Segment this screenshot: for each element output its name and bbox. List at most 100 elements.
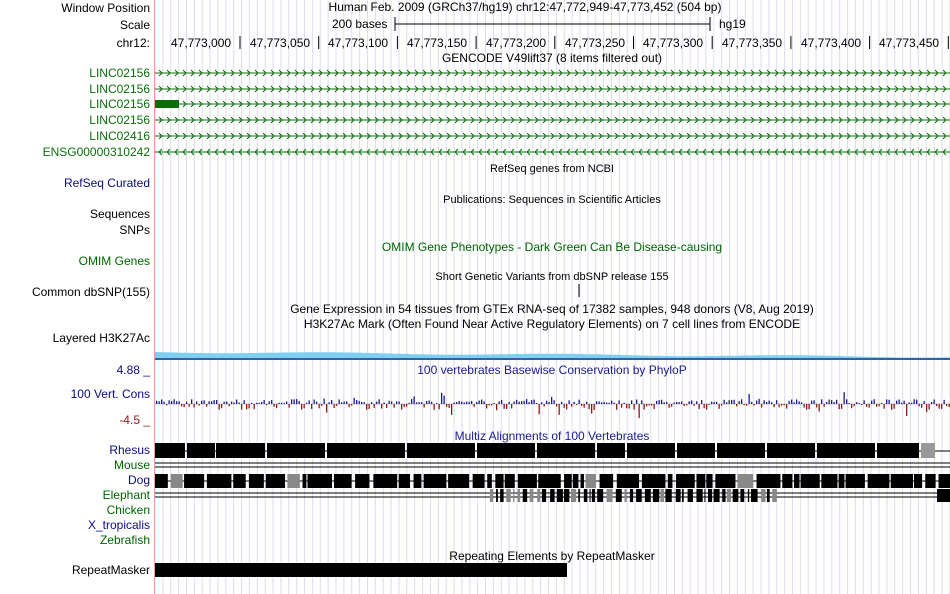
species-label-zebrafish[interactable]: Zebrafish bbox=[100, 533, 150, 547]
elephant-block bbox=[589, 489, 591, 502]
species-label-x-tropicalis[interactable]: X_tropicalis bbox=[88, 518, 150, 532]
phylop-bar bbox=[248, 404, 250, 409]
phylop-bar bbox=[833, 401, 835, 404]
phylop-bar bbox=[888, 399, 890, 404]
dog-block bbox=[580, 474, 584, 488]
gene-label-5[interactable]: LINC02416 bbox=[89, 129, 150, 143]
elephant-block bbox=[732, 489, 739, 502]
gene-item-3[interactable] bbox=[155, 97, 950, 111]
gene-label-1[interactable]: LINC02156 bbox=[89, 66, 150, 80]
dog-block bbox=[248, 474, 264, 488]
gene-label-6[interactable]: ENSG00000310242 bbox=[43, 145, 150, 159]
rhesus-block bbox=[537, 443, 595, 458]
dog-block bbox=[838, 474, 845, 488]
phylop-bar bbox=[781, 404, 783, 406]
species-label-elephant[interactable]: Elephant bbox=[103, 488, 150, 502]
phylop-bar bbox=[228, 404, 230, 407]
dog-block bbox=[504, 474, 515, 488]
snps-label[interactable]: SNPs bbox=[119, 223, 150, 237]
repeatmasker-label[interactable]: RepeatMasker bbox=[72, 563, 150, 577]
phylop-bar bbox=[351, 404, 353, 406]
species-label-rhesus[interactable]: Rhesus bbox=[109, 443, 150, 457]
phylop-bar bbox=[291, 399, 293, 404]
phylop-bar bbox=[388, 400, 390, 404]
dog-block bbox=[641, 474, 666, 488]
dog-block bbox=[302, 474, 307, 488]
phylop-bar bbox=[426, 401, 428, 404]
gene-item-1[interactable] bbox=[155, 66, 950, 80]
ruler-tick-2: 47,773,050 bbox=[250, 36, 311, 50]
gene-item-5[interactable] bbox=[155, 129, 950, 143]
phylop-bar bbox=[686, 404, 688, 406]
elephant-block bbox=[522, 489, 528, 502]
phylop-bar bbox=[661, 399, 663, 404]
phylop-bar bbox=[756, 400, 758, 404]
omim-genes-label[interactable]: OMIM Genes bbox=[79, 254, 150, 268]
phylop-bar bbox=[926, 404, 928, 412]
dog-block bbox=[821, 474, 838, 488]
dog-block bbox=[782, 474, 793, 488]
dog-block bbox=[287, 474, 300, 488]
phylop-bar bbox=[706, 404, 708, 410]
elephant-block bbox=[636, 489, 642, 502]
phylop-bar bbox=[793, 402, 795, 404]
dog-block bbox=[572, 474, 579, 488]
gene-label-4[interactable]: LINC02156 bbox=[89, 113, 150, 127]
phylop-bar bbox=[766, 402, 768, 404]
phylop-bar bbox=[848, 402, 850, 404]
layered-h3k27ac-label[interactable]: Layered H3K27Ac bbox=[53, 331, 150, 345]
common-dbsnp-label[interactable]: Common dbSNP(155) bbox=[32, 285, 150, 299]
gene-item-4[interactable] bbox=[155, 113, 950, 127]
species-label-mouse[interactable]: Mouse bbox=[114, 458, 150, 472]
phylop-bar bbox=[343, 401, 345, 404]
elephant-block bbox=[537, 489, 541, 502]
phylop-bar bbox=[386, 404, 388, 409]
phylop-bar bbox=[696, 401, 698, 404]
phylop-bar bbox=[216, 399, 218, 404]
phylop-bar bbox=[636, 399, 638, 404]
gene-item-6[interactable] bbox=[155, 145, 950, 159]
phylop-bar bbox=[701, 400, 703, 404]
phylop-bar bbox=[828, 399, 830, 404]
phylop-bar bbox=[873, 399, 875, 404]
gene-label-3[interactable]: LINC02156 bbox=[89, 97, 150, 111]
phylop-bar bbox=[791, 399, 793, 404]
elephant-block bbox=[506, 489, 511, 502]
phylop-bar bbox=[268, 401, 270, 404]
sequences-label[interactable]: Sequences bbox=[90, 207, 150, 221]
phylop-bar bbox=[318, 404, 320, 409]
phylop-bar bbox=[496, 404, 498, 411]
species-label-dog[interactable]: Dog bbox=[128, 473, 150, 487]
phylop-bar bbox=[328, 402, 330, 404]
phylop-bar bbox=[466, 401, 468, 404]
phylop-bar bbox=[923, 401, 925, 404]
phylop-bar bbox=[443, 395, 445, 404]
phylop-bar bbox=[936, 404, 938, 407]
dog-block bbox=[585, 474, 596, 488]
phylop-track-label[interactable]: 100 Vert. Cons bbox=[71, 387, 150, 401]
repeat-element bbox=[155, 563, 567, 577]
phylop-bar bbox=[408, 402, 410, 404]
phylop-bar bbox=[668, 404, 670, 408]
rhesus-block bbox=[216, 443, 265, 458]
phylop-bar bbox=[521, 401, 523, 404]
species-label-chicken[interactable]: Chicken bbox=[107, 503, 150, 517]
phylop-bar bbox=[543, 404, 545, 407]
gene-item-2[interactable] bbox=[155, 82, 950, 96]
phylop-bar bbox=[578, 399, 580, 404]
refseq-curated-label[interactable]: RefSeq Curated bbox=[64, 176, 150, 190]
phylop-bar bbox=[251, 402, 253, 404]
phylop-bar bbox=[276, 404, 278, 409]
phylop-bar bbox=[716, 401, 718, 404]
dog-block bbox=[867, 474, 890, 488]
dog-block bbox=[938, 474, 950, 488]
omim-track-title: OMIM Gene Phenotypes - Dark Green Can Be… bbox=[381, 240, 723, 254]
phylop-bar bbox=[666, 401, 668, 404]
elephant-block bbox=[713, 489, 720, 502]
browser-track-area[interactable]: Human Feb. 2009 (GRCh37/hg19) chr12:47,7… bbox=[155, 0, 950, 594]
phylop-bar bbox=[591, 404, 593, 414]
gene-label-2[interactable]: LINC02156 bbox=[89, 82, 150, 96]
phylop-bar bbox=[896, 400, 898, 404]
dog-block bbox=[794, 474, 800, 488]
phylop-bar bbox=[883, 404, 885, 409]
